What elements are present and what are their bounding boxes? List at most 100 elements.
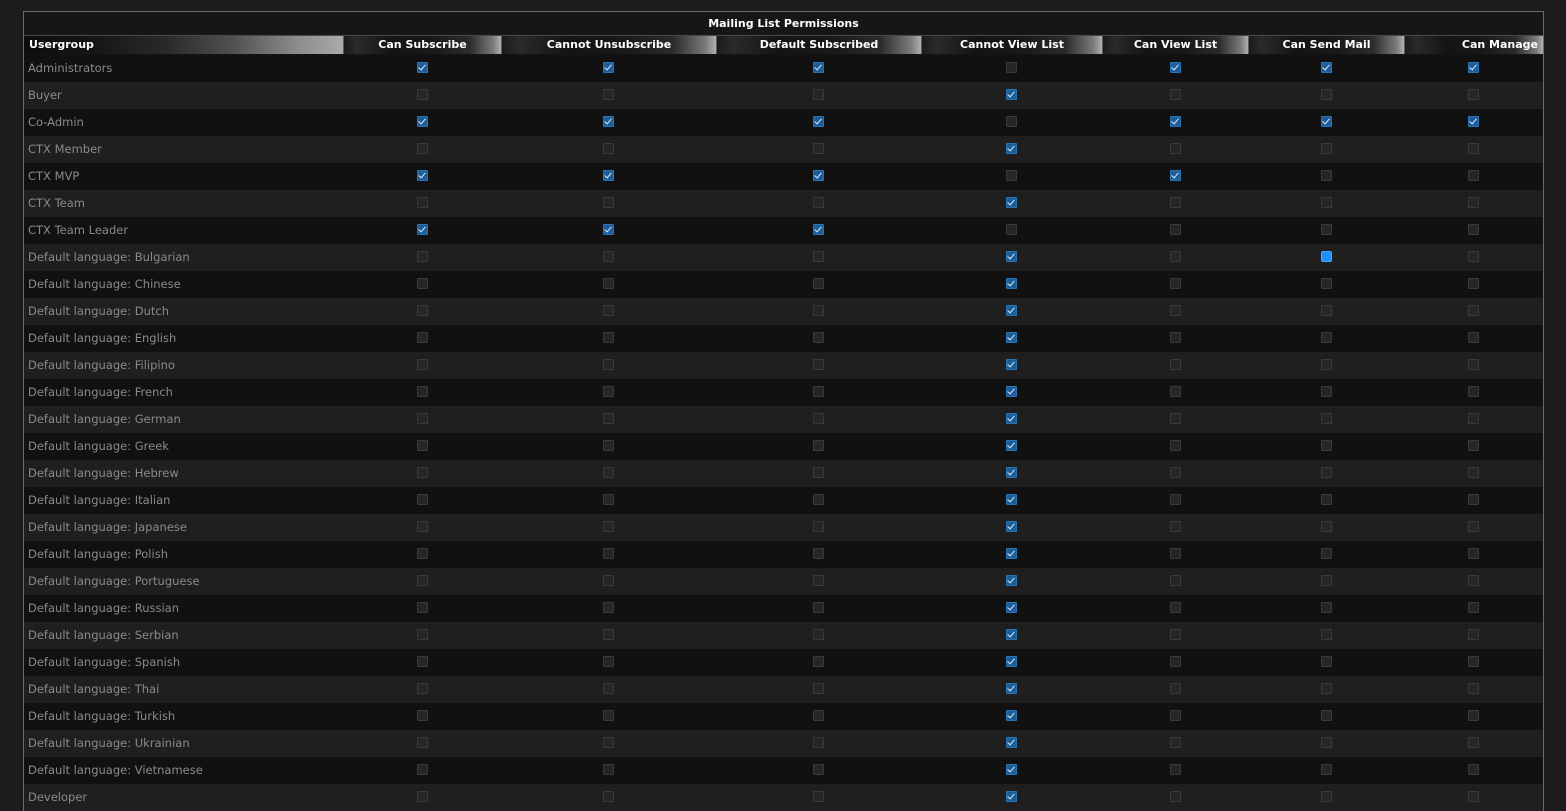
can-send-mail-checkbox[interactable] xyxy=(1320,251,1332,262)
can-send-mail-checkbox[interactable] xyxy=(1320,413,1332,424)
can-send-mail-checkbox[interactable] xyxy=(1320,278,1332,289)
cannot-view-list-checkbox[interactable] xyxy=(1006,575,1017,586)
cannot-unsubscribe-checkbox[interactable] xyxy=(603,62,614,73)
can-view-list-checkbox[interactable] xyxy=(1169,62,1181,73)
cannot-view-list-checkbox[interactable] xyxy=(1006,656,1017,667)
can-view-list-checkbox[interactable] xyxy=(1169,521,1181,532)
default-subscribed-checkbox[interactable] xyxy=(813,683,824,694)
can-subscribe-checkbox[interactable] xyxy=(416,710,428,721)
can-send-mail-checkbox[interactable] xyxy=(1320,359,1332,370)
cannot-view-list-checkbox[interactable] xyxy=(1006,467,1017,478)
can-manage-checkbox[interactable] xyxy=(1468,440,1479,451)
can-view-list-checkbox[interactable] xyxy=(1169,359,1181,370)
can-send-mail-checkbox[interactable] xyxy=(1320,764,1332,775)
cannot-view-list-checkbox[interactable] xyxy=(1006,116,1017,127)
default-subscribed-checkbox[interactable] xyxy=(813,521,824,532)
can-manage-checkbox[interactable] xyxy=(1468,764,1479,775)
cannot-view-list-checkbox[interactable] xyxy=(1006,737,1017,748)
cannot-unsubscribe-checkbox[interactable] xyxy=(603,251,614,262)
can-manage-checkbox[interactable] xyxy=(1468,143,1479,154)
can-view-list-checkbox[interactable] xyxy=(1169,116,1181,127)
can-manage-checkbox[interactable] xyxy=(1468,305,1479,316)
default-subscribed-checkbox[interactable] xyxy=(813,116,824,127)
can-subscribe-checkbox[interactable] xyxy=(416,89,428,100)
can-subscribe-checkbox[interactable] xyxy=(416,413,428,424)
default-subscribed-checkbox[interactable] xyxy=(813,251,824,262)
cannot-view-list-checkbox[interactable] xyxy=(1006,602,1017,613)
default-subscribed-checkbox[interactable] xyxy=(813,548,824,559)
can-subscribe-checkbox[interactable] xyxy=(416,548,428,559)
can-send-mail-checkbox[interactable] xyxy=(1320,521,1332,532)
default-subscribed-checkbox[interactable] xyxy=(813,764,824,775)
can-manage-checkbox[interactable] xyxy=(1468,683,1479,694)
cannot-view-list-checkbox[interactable] xyxy=(1006,548,1017,559)
default-subscribed-checkbox[interactable] xyxy=(813,89,824,100)
cannot-unsubscribe-checkbox[interactable] xyxy=(603,386,614,397)
cannot-view-list-checkbox[interactable] xyxy=(1006,251,1017,262)
default-subscribed-checkbox[interactable] xyxy=(813,602,824,613)
can-subscribe-checkbox[interactable] xyxy=(416,602,428,613)
can-send-mail-checkbox[interactable] xyxy=(1320,683,1332,694)
default-subscribed-checkbox[interactable] xyxy=(813,575,824,586)
can-manage-checkbox[interactable] xyxy=(1468,359,1479,370)
cannot-unsubscribe-checkbox[interactable] xyxy=(603,629,614,640)
can-send-mail-checkbox[interactable] xyxy=(1320,89,1332,100)
default-subscribed-checkbox[interactable] xyxy=(813,413,824,424)
can-send-mail-checkbox[interactable] xyxy=(1320,737,1332,748)
can-subscribe-checkbox[interactable] xyxy=(416,62,428,73)
cannot-view-list-checkbox[interactable] xyxy=(1006,89,1017,100)
can-view-list-checkbox[interactable] xyxy=(1169,629,1181,640)
can-subscribe-checkbox[interactable] xyxy=(416,467,428,478)
can-subscribe-checkbox[interactable] xyxy=(416,737,428,748)
can-view-list-checkbox[interactable] xyxy=(1169,467,1181,478)
default-subscribed-checkbox[interactable] xyxy=(813,62,824,73)
can-manage-checkbox[interactable] xyxy=(1468,197,1479,208)
cannot-view-list-checkbox[interactable] xyxy=(1006,197,1017,208)
can-subscribe-checkbox[interactable] xyxy=(416,386,428,397)
cannot-view-list-checkbox[interactable] xyxy=(1006,710,1017,721)
can-view-list-checkbox[interactable] xyxy=(1169,548,1181,559)
default-subscribed-checkbox[interactable] xyxy=(813,278,824,289)
can-subscribe-checkbox[interactable] xyxy=(416,278,428,289)
cannot-unsubscribe-checkbox[interactable] xyxy=(603,683,614,694)
default-subscribed-checkbox[interactable] xyxy=(813,467,824,478)
can-manage-checkbox[interactable] xyxy=(1468,710,1479,721)
default-subscribed-checkbox[interactable] xyxy=(813,305,824,316)
can-manage-checkbox[interactable] xyxy=(1468,386,1479,397)
can-subscribe-checkbox[interactable] xyxy=(416,251,428,262)
default-subscribed-checkbox[interactable] xyxy=(813,224,824,235)
can-view-list-checkbox[interactable] xyxy=(1169,251,1181,262)
can-view-list-checkbox[interactable] xyxy=(1169,143,1181,154)
cannot-view-list-checkbox[interactable] xyxy=(1006,305,1017,316)
can-manage-checkbox[interactable] xyxy=(1468,548,1479,559)
can-view-list-checkbox[interactable] xyxy=(1169,332,1181,343)
can-subscribe-checkbox[interactable] xyxy=(416,359,428,370)
can-manage-checkbox[interactable] xyxy=(1468,332,1479,343)
can-subscribe-checkbox[interactable] xyxy=(416,332,428,343)
can-manage-checkbox[interactable] xyxy=(1468,575,1479,586)
can-view-list-checkbox[interactable] xyxy=(1169,305,1181,316)
can-view-list-checkbox[interactable] xyxy=(1169,656,1181,667)
can-view-list-checkbox[interactable] xyxy=(1169,224,1181,235)
cannot-view-list-checkbox[interactable] xyxy=(1006,170,1017,181)
can-manage-checkbox[interactable] xyxy=(1468,278,1479,289)
cannot-unsubscribe-checkbox[interactable] xyxy=(603,602,614,613)
default-subscribed-checkbox[interactable] xyxy=(813,440,824,451)
can-manage-checkbox[interactable] xyxy=(1468,413,1479,424)
can-manage-checkbox[interactable] xyxy=(1468,251,1479,262)
default-subscribed-checkbox[interactable] xyxy=(813,170,824,181)
can-subscribe-checkbox[interactable] xyxy=(416,764,428,775)
can-subscribe-checkbox[interactable] xyxy=(416,494,428,505)
cannot-unsubscribe-checkbox[interactable] xyxy=(603,116,614,127)
can-view-list-checkbox[interactable] xyxy=(1169,440,1181,451)
can-send-mail-checkbox[interactable] xyxy=(1320,656,1332,667)
cannot-view-list-checkbox[interactable] xyxy=(1006,764,1017,775)
cannot-view-list-checkbox[interactable] xyxy=(1006,683,1017,694)
can-manage-checkbox[interactable] xyxy=(1468,62,1479,73)
default-subscribed-checkbox[interactable] xyxy=(813,710,824,721)
can-subscribe-checkbox[interactable] xyxy=(416,305,428,316)
cannot-view-list-checkbox[interactable] xyxy=(1006,143,1017,154)
cannot-unsubscribe-checkbox[interactable] xyxy=(603,89,614,100)
can-view-list-checkbox[interactable] xyxy=(1169,89,1181,100)
cannot-view-list-checkbox[interactable] xyxy=(1006,629,1017,640)
